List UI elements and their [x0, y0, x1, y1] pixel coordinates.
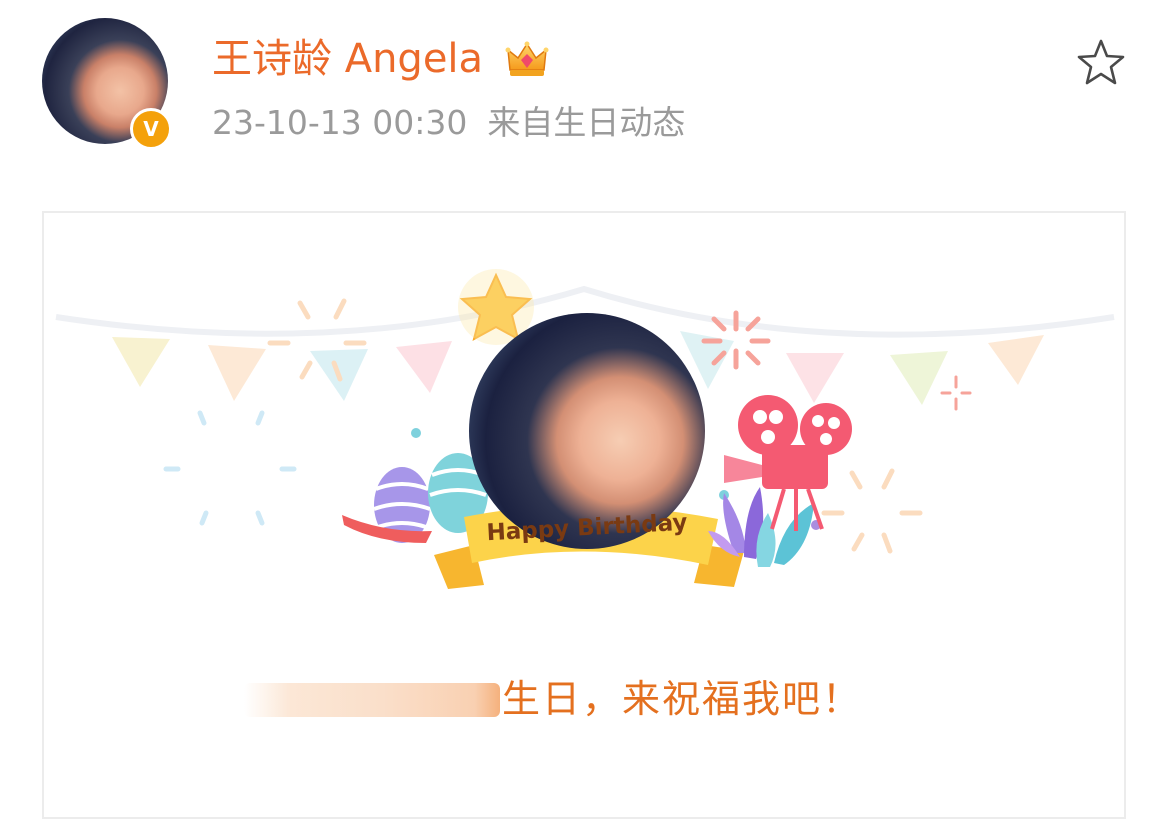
sparkle-right-orange	[821, 468, 923, 554]
sparkle-left-blue	[163, 410, 297, 526]
star-outline-icon[interactable]	[1074, 36, 1128, 90]
post-meta: 23-10-13 00:30 来自生日动态	[212, 100, 685, 146]
post-header: V 王诗龄 Angela 23-10-13 00:30 来自生日动态	[0, 0, 1169, 190]
post-timestamp: 23-10-13 00:30	[212, 103, 468, 142]
pennant	[112, 337, 170, 387]
plant-teal	[756, 503, 814, 567]
sparkle-small-pink	[940, 375, 972, 411]
pennant	[208, 345, 266, 401]
pennant	[396, 341, 452, 393]
masked-name-bar	[244, 683, 500, 717]
pennant	[890, 351, 948, 405]
birthday-card[interactable]: Happy Birthday 生日，来祝福我吧！	[42, 211, 1126, 819]
author-name[interactable]: 王诗龄 Angela	[212, 32, 483, 86]
pennant	[786, 353, 844, 403]
post-source[interactable]: 来自生日动态	[487, 103, 685, 142]
author-avatar-wrap[interactable]: V	[42, 18, 172, 150]
verified-badge-icon: V	[130, 108, 172, 150]
pennant	[988, 335, 1044, 385]
crown-icon	[505, 41, 549, 76]
birthday-message: 生日，来祝福我吧！	[502, 677, 863, 721]
